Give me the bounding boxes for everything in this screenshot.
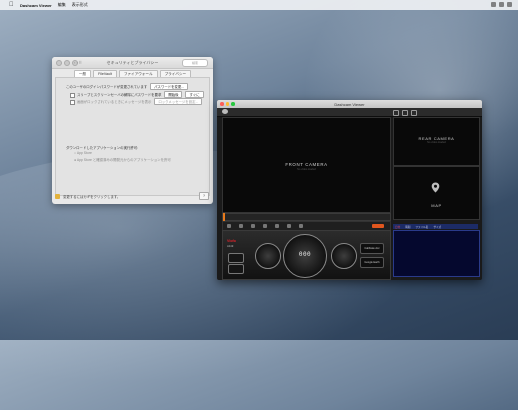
require-password-checkbox[interactable] xyxy=(70,92,75,98)
allow-apps-label: ダウンロードしたアプリケーションの実行許可: xyxy=(66,146,139,150)
file-list[interactable] xyxy=(393,230,480,277)
app-logo-icon xyxy=(222,109,228,114)
speed-readout: 000 xyxy=(298,251,312,258)
brand-logo: Viofo xyxy=(227,239,236,243)
timeline-cursor[interactable] xyxy=(223,213,225,221)
dashcam-viewer-window: Dashcam Viewer FRONT CAMERA No video loa… xyxy=(217,100,482,280)
menu-app-name[interactable]: Dashcam Viewer xyxy=(20,3,52,8)
lock-message-button[interactable]: ロックメッセージを設定... xyxy=(154,98,203,105)
password-row: このユーザのログインパスワードが変更されています パスワードを変更... xyxy=(66,83,189,90)
change-password-button[interactable]: パスワードを変更... xyxy=(150,83,189,90)
rear-camera-sublabel: No video loaded xyxy=(427,141,446,144)
speed-icon[interactable] xyxy=(287,224,291,228)
require-password-delay-select[interactable]: すぐに xyxy=(185,91,204,98)
export-button[interactable] xyxy=(372,224,384,228)
playback-timeline[interactable] xyxy=(222,213,391,221)
require-password-label: スリープとスクリーンセーバの解除にパスワードを要求 xyxy=(77,93,162,97)
dashboard-panel: Viofo A119 000 Calibrate Acc Google Eart… xyxy=(222,230,391,280)
map-panel[interactable]: MAP xyxy=(393,166,480,220)
gsensor-toggle[interactable] xyxy=(228,253,244,263)
control-center-icon[interactable] xyxy=(507,2,512,7)
menu-view[interactable]: 表示形式 xyxy=(72,2,88,8)
lock-message-checkbox[interactable] xyxy=(70,99,75,105)
step-forward-icon[interactable] xyxy=(263,224,267,228)
security-preferences-window: ‹ › ⠿ セキュリティとプライバシー 検索 一般 FileVault ファイア… xyxy=(52,57,213,204)
map-pin-icon xyxy=(431,182,440,193)
front-camera-label: FRONT CAMERA xyxy=(285,162,328,167)
viewer-toolbar xyxy=(217,108,482,117)
lock-hint-text: 変更するにはカギをクリックします。 xyxy=(63,195,121,199)
brand-model: A119 xyxy=(227,244,234,248)
compass-gauge xyxy=(331,243,357,269)
window-title: Dashcam Viewer xyxy=(334,101,365,107)
column-time[interactable]: 時刻 xyxy=(405,225,410,229)
google-earth-button[interactable]: Google Earth xyxy=(360,257,384,268)
skip-forward-icon[interactable] xyxy=(275,224,279,228)
window-titlebar[interactable]: ‹ › ⠿ セキュリティとプライバシー 検索 xyxy=(52,57,213,69)
wifi-icon[interactable] xyxy=(491,2,496,7)
require-password-row: スリープとスクリーンセーバの解除にパスワードを要求 開始後 すぐに xyxy=(70,91,204,98)
require-password-select[interactable]: 開始後 xyxy=(164,91,183,98)
file-list-header: 日付 時刻 ファイル名 サイズ xyxy=(393,224,478,229)
lock-message-label: 画面がロックされているときにメッセージを表示 xyxy=(77,100,152,104)
snapshot-icon[interactable] xyxy=(402,110,408,116)
lock-message-row: 画面がロックされているときにメッセージを表示 ロックメッセージを設定... xyxy=(70,98,203,105)
layout-icon[interactable] xyxy=(411,110,417,116)
gsensor-gauge xyxy=(255,243,281,269)
lock-icon[interactable] xyxy=(55,194,60,199)
speedometer-gauge: 000 xyxy=(283,234,327,278)
rear-camera-panel[interactable]: REAR CAMERA No video loaded xyxy=(393,117,480,166)
menu-bar:  Dashcam Viewer 編集 表示形式 xyxy=(0,0,518,10)
column-filename[interactable]: ファイル名 xyxy=(415,225,428,229)
status-icons xyxy=(491,2,512,7)
toolbar-tools xyxy=(393,110,417,116)
front-camera-sublabel: No video loaded xyxy=(297,168,316,171)
calibrate-button[interactable]: Calibrate Acc xyxy=(360,243,384,254)
allow-app-store-radio[interactable]: ○ App Store xyxy=(74,151,92,155)
spotlight-icon[interactable] xyxy=(499,2,504,7)
allow-identified-radio[interactable]: ● App Store と確認済みの開発元からのアプリケーションを許可 xyxy=(74,157,171,162)
units-toggle[interactable] xyxy=(228,264,244,274)
preferences-body: このユーザのログインパスワードが変更されています パスワードを変更... スリー… xyxy=(55,77,210,196)
volume-icon[interactable] xyxy=(299,224,303,228)
column-date[interactable]: 日付 xyxy=(395,225,400,229)
window-titlebar[interactable]: Dashcam Viewer xyxy=(217,100,482,108)
allow-app-store-label: App Store xyxy=(76,151,92,155)
search-field[interactable]: 検索 xyxy=(182,59,208,67)
column-size[interactable]: サイズ xyxy=(433,225,441,229)
menu-edit[interactable]: 編集 xyxy=(58,2,66,8)
map-label: MAP xyxy=(431,203,442,208)
settings-icon[interactable] xyxy=(393,110,399,116)
allow-identified-label: App Store と確認済みの開発元からのアプリケーションを許可 xyxy=(76,158,171,162)
play-icon[interactable] xyxy=(251,224,255,228)
front-camera-panel[interactable]: FRONT CAMERA No video loaded xyxy=(222,117,391,213)
step-back-icon[interactable] xyxy=(239,224,243,228)
help-button[interactable]: ? xyxy=(199,192,209,200)
skip-back-icon[interactable] xyxy=(227,224,231,228)
password-label: このユーザのログインパスワードが変更されています xyxy=(66,85,148,89)
apple-menu-icon[interactable]:  xyxy=(9,2,14,8)
